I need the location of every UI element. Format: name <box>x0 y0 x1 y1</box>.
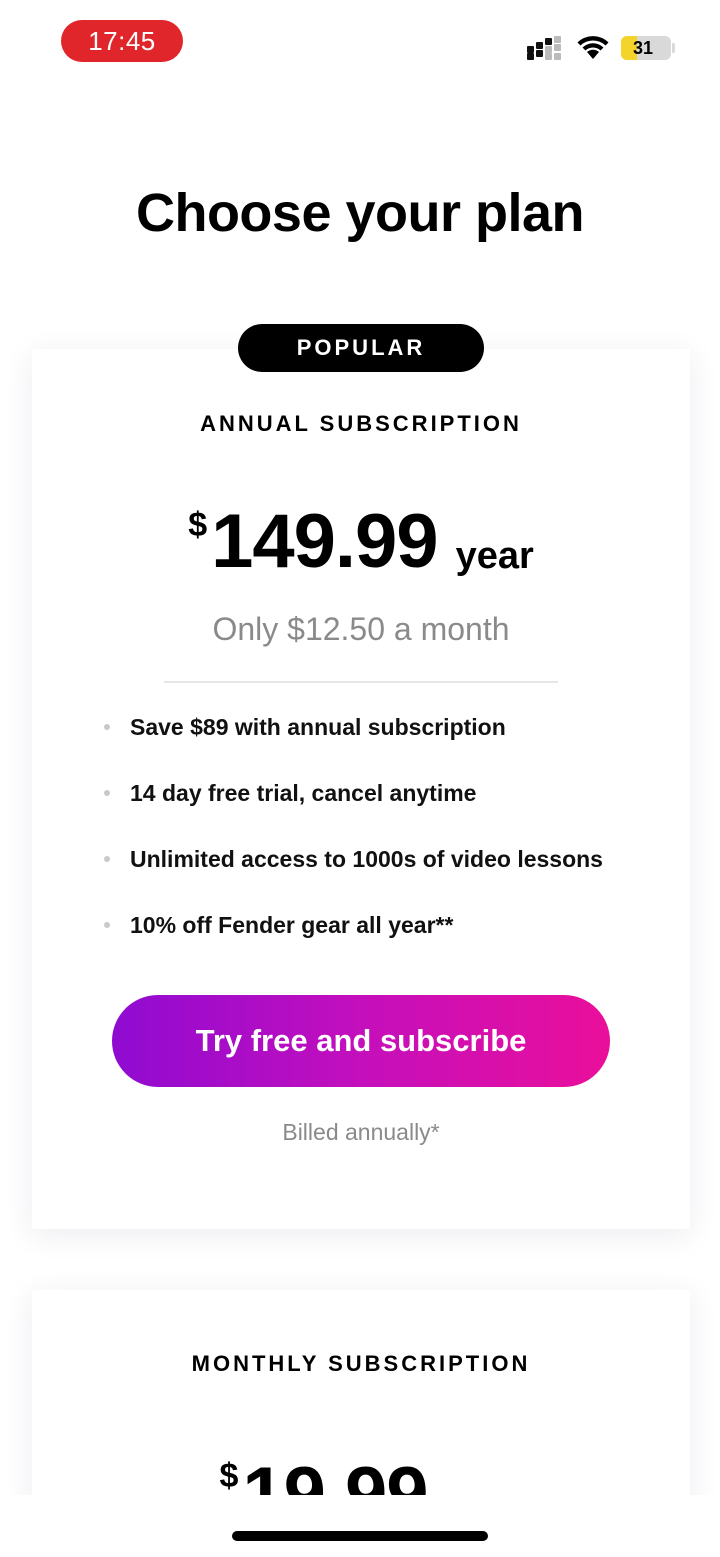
price-amount: 149.99 <box>211 499 438 584</box>
per-month-price: Only $12.50 a month <box>212 611 510 647</box>
price-currency: $ <box>188 506 208 544</box>
bullet-icon <box>104 856 110 862</box>
bullet-icon <box>104 922 110 928</box>
battery-level-text: 31 <box>632 37 654 58</box>
feature-item: Unlimited access to 1000s of video lesso… <box>104 841 603 907</box>
bullet-icon <box>104 790 110 796</box>
feature-text: 10% off Fender gear all year** <box>130 912 454 938</box>
feature-list: Save $89 with annual subscription 14 day… <box>104 709 603 973</box>
feature-text: 14 day free trial, cancel anytime <box>130 780 477 806</box>
divider <box>164 681 558 683</box>
feature-text: Unlimited access to 1000s of video lesso… <box>130 846 603 872</box>
price: $ 149.99 year <box>32 502 690 582</box>
price-period: year <box>455 535 534 577</box>
annual-plan-card[interactable]: ANNUAL SUBSCRIPTION $ 149.99 year Only $… <box>32 349 690 1229</box>
page-title: Choose your plan <box>135 183 585 243</box>
bullet-icon <box>104 724 110 730</box>
price-currency: $ <box>219 1457 239 1495</box>
battery-charging-icon: 31 <box>621 36 671 60</box>
feature-item: Save $89 with annual subscription <box>104 709 603 775</box>
feature-item: 10% off Fender gear all year** <box>104 907 603 973</box>
status-time[interactable]: 17:45 <box>61 20 183 62</box>
popular-badge: POPULAR <box>238 324 484 372</box>
status-bar: 17:45 31 <box>0 0 720 90</box>
billing-note: Billed annually* <box>282 1119 440 1145</box>
try-free-subscribe-button[interactable]: Try free and subscribe <box>112 995 610 1087</box>
monthly-plan-card[interactable]: MONTHLY SUBSCRIPTION $ 19.99 mo <box>32 1290 690 1535</box>
cellular-signal-icon <box>525 36 565 60</box>
bottom-area <box>0 1495 720 1557</box>
feature-text: Save $89 with annual subscription <box>130 714 506 740</box>
plan-name: MONTHLY SUBSCRIPTION <box>191 1351 531 1376</box>
plan-name: ANNUAL SUBSCRIPTION <box>200 411 522 436</box>
wifi-icon <box>577 36 609 59</box>
home-indicator[interactable] <box>232 1531 488 1541</box>
battery-tip <box>672 43 675 53</box>
feature-item: 14 day free trial, cancel anytime <box>104 775 603 841</box>
